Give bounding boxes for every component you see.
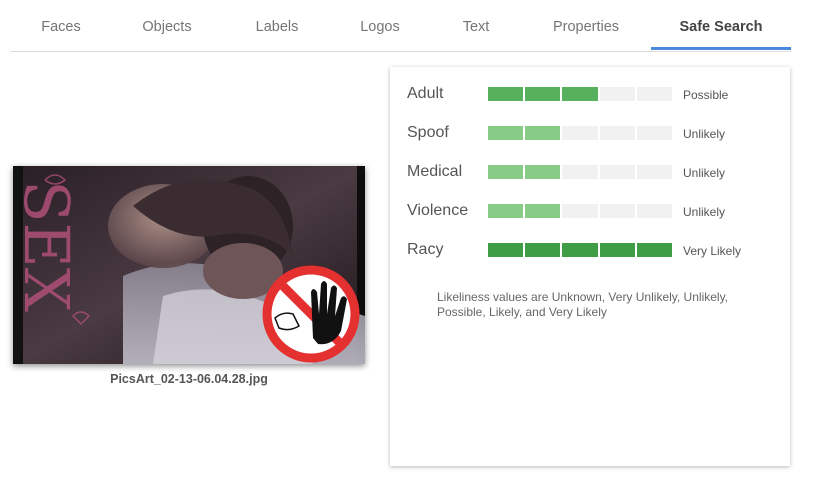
likelihood-bar bbox=[488, 204, 673, 218]
bar-segment bbox=[562, 87, 598, 101]
likelihood-row-violence: Violence Unlikely bbox=[390, 200, 790, 224]
bar-segment bbox=[525, 126, 561, 140]
tab-text[interactable]: Text bbox=[428, 0, 524, 51]
tab-safe-search[interactable]: Safe Search bbox=[651, 0, 791, 51]
bar-segment bbox=[488, 126, 524, 140]
row-label: Medical bbox=[407, 163, 463, 180]
active-tab-indicator bbox=[651, 47, 791, 50]
row-value: Unlikely bbox=[683, 166, 726, 180]
tab-labels[interactable]: Labels bbox=[222, 0, 332, 51]
bar-segment bbox=[488, 165, 524, 179]
bar-segment bbox=[636, 165, 673, 179]
row-value: Very Likely bbox=[683, 244, 742, 258]
bar-segment bbox=[636, 243, 673, 257]
tab-bar: Faces Objects Labels Logos Text Properti… bbox=[10, 0, 791, 52]
likelihood-bar bbox=[488, 243, 673, 257]
tab-faces[interactable]: Faces bbox=[10, 0, 112, 51]
tab-properties[interactable]: Properties bbox=[524, 0, 648, 51]
likelihood-bar bbox=[488, 87, 673, 101]
row-label: Adult bbox=[407, 85, 444, 102]
likelihood-row-adult: Adult Possible bbox=[390, 83, 790, 107]
likelihood-bar bbox=[488, 165, 673, 179]
image-overlay-text: SEX bbox=[13, 180, 83, 312]
bar-segment bbox=[599, 204, 635, 218]
likelihood-row-spoof: Spoof Unlikely bbox=[390, 122, 790, 146]
bar-segment bbox=[636, 87, 673, 101]
bar-segment bbox=[562, 165, 598, 179]
row-value: Unlikely bbox=[683, 127, 726, 141]
bar-segment bbox=[599, 165, 635, 179]
bar-segment bbox=[562, 243, 598, 257]
bar-segment bbox=[562, 204, 598, 218]
bar-segment bbox=[525, 87, 561, 101]
bar-segment bbox=[488, 87, 524, 101]
prohibited-sign-icon bbox=[262, 265, 360, 363]
row-value: Unlikely bbox=[683, 205, 726, 219]
bar-segment bbox=[599, 87, 635, 101]
row-label: Racy bbox=[407, 241, 444, 258]
safe-search-card: Adult Possible Spoof Unlikely Medical Un… bbox=[390, 67, 790, 466]
bar-segment bbox=[525, 165, 561, 179]
likelihood-row-medical: Medical Unlikely bbox=[390, 161, 790, 185]
row-label: Violence bbox=[407, 202, 469, 219]
image-filename: PicsArt_02-13-06.04.28.jpg bbox=[110, 372, 268, 386]
bar-segment bbox=[488, 243, 524, 257]
row-value: Possible bbox=[683, 88, 729, 102]
bar-segment bbox=[488, 204, 524, 218]
bar-segment bbox=[525, 243, 561, 257]
likelihood-note: Likeliness values are Unknown, Very Unli… bbox=[437, 290, 729, 319]
tab-logos[interactable]: Logos bbox=[332, 0, 428, 51]
bar-segment bbox=[525, 204, 561, 218]
bar-segment bbox=[636, 204, 673, 218]
tab-objects[interactable]: Objects bbox=[112, 0, 222, 51]
bar-segment bbox=[599, 126, 635, 140]
likelihood-bar bbox=[488, 126, 673, 140]
bar-segment bbox=[562, 126, 598, 140]
bar-segment bbox=[599, 243, 635, 257]
analyzed-image: SEX bbox=[13, 166, 365, 364]
likelihood-row-racy: Racy Very Likely bbox=[390, 239, 790, 263]
bar-segment bbox=[636, 126, 673, 140]
row-label: Spoof bbox=[407, 124, 449, 141]
